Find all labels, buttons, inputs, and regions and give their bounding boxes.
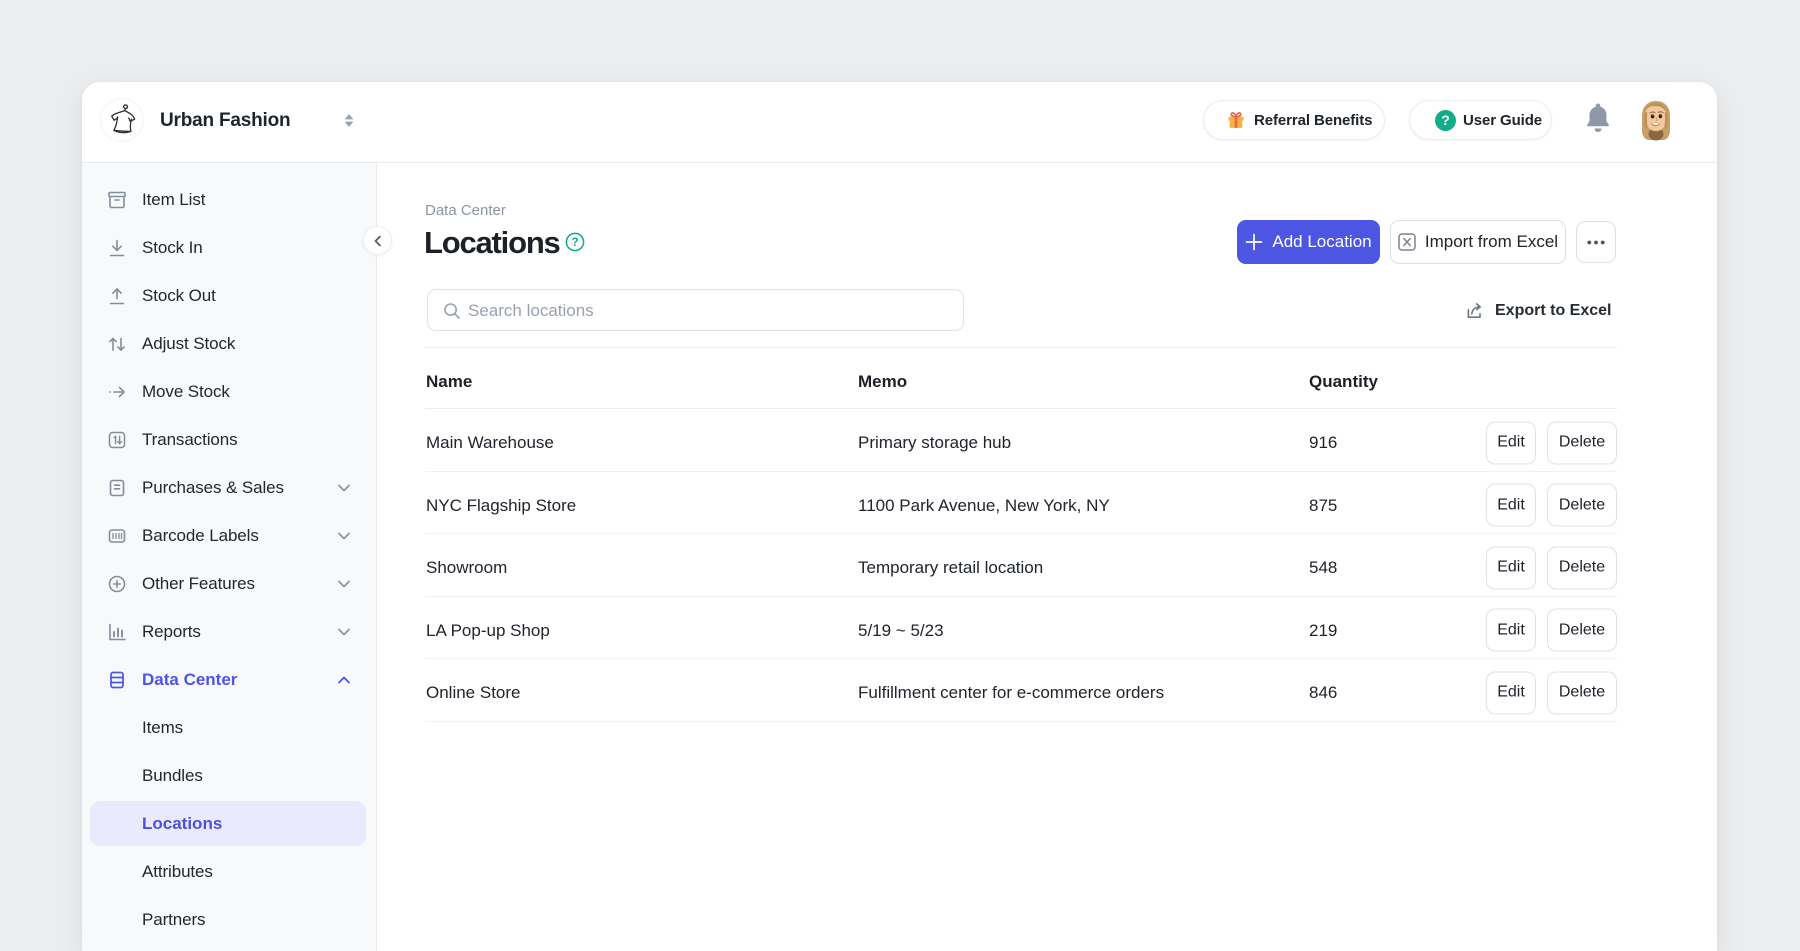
svg-text:?: ?	[571, 237, 578, 249]
